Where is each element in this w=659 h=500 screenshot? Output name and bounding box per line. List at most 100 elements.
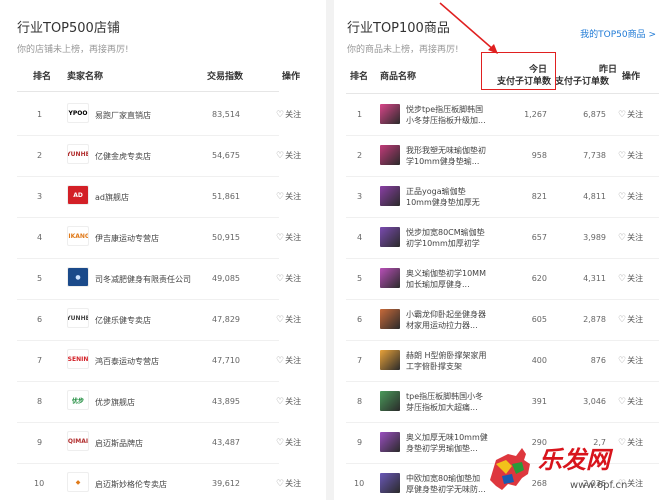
store-name[interactable]: ad旗舰店 <box>95 192 129 203</box>
trade-index: 51,861 <box>212 192 240 201</box>
follow-button[interactable]: ♡关注 <box>276 191 301 202</box>
heart-icon: ♡ <box>276 315 285 325</box>
product-name[interactable]: 我形我塑无味瑜伽垫初学10mm健身垫瑜... <box>406 145 488 167</box>
yesterday-orders: 4,811 <box>583 192 606 201</box>
row-divider <box>17 176 279 177</box>
heart-icon: ♡ <box>618 356 627 366</box>
row-divider <box>17 381 279 382</box>
follow-button[interactable]: ♡关注 <box>276 355 301 366</box>
row-rank: 5 <box>357 274 363 283</box>
follow-label: 关注 <box>627 274 644 283</box>
product-name[interactable]: tpe指压板脚韩国小冬芽压指板加大超痛... <box>406 391 488 413</box>
product-name[interactable]: 小霸龙仰卧起坐健身器材家用运动拉力器... <box>406 309 488 331</box>
product-name[interactable]: 赫朗 H型俯卧撑架家用工字俯卧撑支架 <box>406 350 488 372</box>
follow-button[interactable]: ♡关注 <box>276 109 301 120</box>
follow-button[interactable]: ♡关注 <box>618 232 643 243</box>
store-logo-icon: SENIN <box>67 349 89 369</box>
product-thumbnail[interactable] <box>380 227 400 247</box>
heart-icon: ♡ <box>276 110 285 120</box>
product-thumbnail[interactable] <box>380 145 400 165</box>
panel-title: 行业TOP100商品 <box>347 21 450 36</box>
product-thumbnail[interactable] <box>380 309 400 329</box>
follow-label: 关注 <box>285 274 302 283</box>
product-thumbnail[interactable] <box>380 473 400 493</box>
heart-icon: ♡ <box>618 274 627 284</box>
store-name[interactable]: 优步旗舰店 <box>95 397 135 408</box>
follow-button[interactable]: ♡关注 <box>276 232 301 243</box>
follow-button[interactable]: ♡关注 <box>618 109 643 120</box>
row-rank: 6 <box>357 315 363 324</box>
store-name[interactable]: 易跑厂家直销店 <box>95 110 151 121</box>
yesterday-orders: 2,878 <box>583 315 606 324</box>
row-divider <box>346 258 659 259</box>
row-divider <box>17 217 279 218</box>
row-rank: 6 <box>37 315 43 324</box>
highlight-box <box>481 52 556 90</box>
row-rank: 4 <box>37 233 43 242</box>
store-name[interactable]: 司冬减肥健身有限责任公司 <box>95 274 191 285</box>
store-name[interactable]: 亿健乐健专卖店 <box>95 315 151 326</box>
heart-icon: ♡ <box>618 192 627 202</box>
follow-button[interactable]: ♡关注 <box>276 478 301 489</box>
row-divider <box>346 422 659 423</box>
product-name[interactable]: 正品yoga瑜伽垫10mm健身垫加厚无味... <box>406 186 488 208</box>
yesterday-orders: 2,036 <box>583 479 606 488</box>
today-orders: 605 <box>531 315 547 324</box>
follow-label: 关注 <box>285 151 302 160</box>
product-thumbnail[interactable] <box>380 268 400 288</box>
heart-icon: ♡ <box>276 356 285 366</box>
follow-button[interactable]: ♡关注 <box>618 396 643 407</box>
follow-button[interactable]: ♡关注 <box>618 355 643 366</box>
yesterday-orders: 3,046 <box>583 397 606 406</box>
product-name[interactable]: 奥义瑜伽垫初学10MM加长瑜加厚健身... <box>406 268 488 290</box>
follow-button[interactable]: ♡关注 <box>276 150 301 161</box>
yesterday-orders: 6,875 <box>583 110 606 119</box>
follow-button[interactable]: ♡关注 <box>618 478 643 489</box>
panel-subtitle: 你的商品未上榜，再接再厉! <box>347 45 459 55</box>
follow-button[interactable]: ♡关注 <box>276 437 301 448</box>
follow-button[interactable]: ♡关注 <box>618 150 643 161</box>
trade-index: 39,612 <box>212 479 240 488</box>
follow-button[interactable]: ♡关注 <box>618 191 643 202</box>
product-thumbnail[interactable] <box>380 186 400 206</box>
store-name[interactable]: 伊吉康运动专营店 <box>95 233 159 244</box>
follow-button[interactable]: ♡关注 <box>276 273 301 284</box>
product-thumbnail[interactable] <box>380 104 400 124</box>
row-divider <box>346 176 659 177</box>
heart-icon: ♡ <box>618 315 627 325</box>
heart-icon: ♡ <box>276 192 285 202</box>
store-name[interactable]: 启迈斯妙格伦专卖店 <box>95 479 167 490</box>
product-thumbnail[interactable] <box>380 391 400 411</box>
follow-label: 关注 <box>285 315 302 324</box>
heart-icon: ♡ <box>618 397 627 407</box>
follow-label: 关注 <box>285 479 302 488</box>
row-divider <box>346 217 659 218</box>
col-header-action: 操作 <box>282 72 301 82</box>
follow-button[interactable]: ♡关注 <box>618 273 643 284</box>
follow-button[interactable]: ♡关注 <box>276 396 301 407</box>
follow-button[interactable]: ♡关注 <box>276 314 301 325</box>
today-orders: 657 <box>531 233 547 242</box>
follow-label: 关注 <box>627 151 644 160</box>
store-logo-icon: 优步 <box>67 390 89 410</box>
trade-index: 43,895 <box>212 397 240 406</box>
today-orders: 821 <box>531 192 547 201</box>
follow-button[interactable]: ♡关注 <box>618 437 643 448</box>
yesterday-orders: 4,311 <box>583 274 606 283</box>
product-thumbnail[interactable] <box>380 432 400 452</box>
store-name[interactable]: 鸿百泰运动专营店 <box>95 356 159 367</box>
product-name[interactable]: 奥义加厚无味10mm健身垫初学男瑜伽垫... <box>406 432 488 454</box>
today-orders: 1,267 <box>524 110 547 119</box>
follow-label: 关注 <box>627 397 644 406</box>
product-name[interactable]: 悦步tpe指压板脚韩国小冬芽压指板升级加... <box>406 104 488 126</box>
my-top50-link[interactable]: 我的TOP50商品 > <box>580 27 656 40</box>
store-name[interactable]: 启迈斯品牌店 <box>95 438 143 449</box>
trade-index: 43,487 <box>212 438 240 447</box>
follow-button[interactable]: ♡关注 <box>618 314 643 325</box>
product-name[interactable]: 悦步加宽80CM瑜伽垫初学10mm加厚初学无... <box>406 227 488 249</box>
col-header-product: 商品名称 <box>380 72 417 82</box>
product-name[interactable]: 中欧加宽80瑜伽垫加厚健身垫初学无味防... <box>406 473 488 495</box>
store-name[interactable]: 亿健金虎专卖店 <box>95 151 151 162</box>
product-thumbnail[interactable] <box>380 350 400 370</box>
row-rank: 4 <box>357 233 363 242</box>
